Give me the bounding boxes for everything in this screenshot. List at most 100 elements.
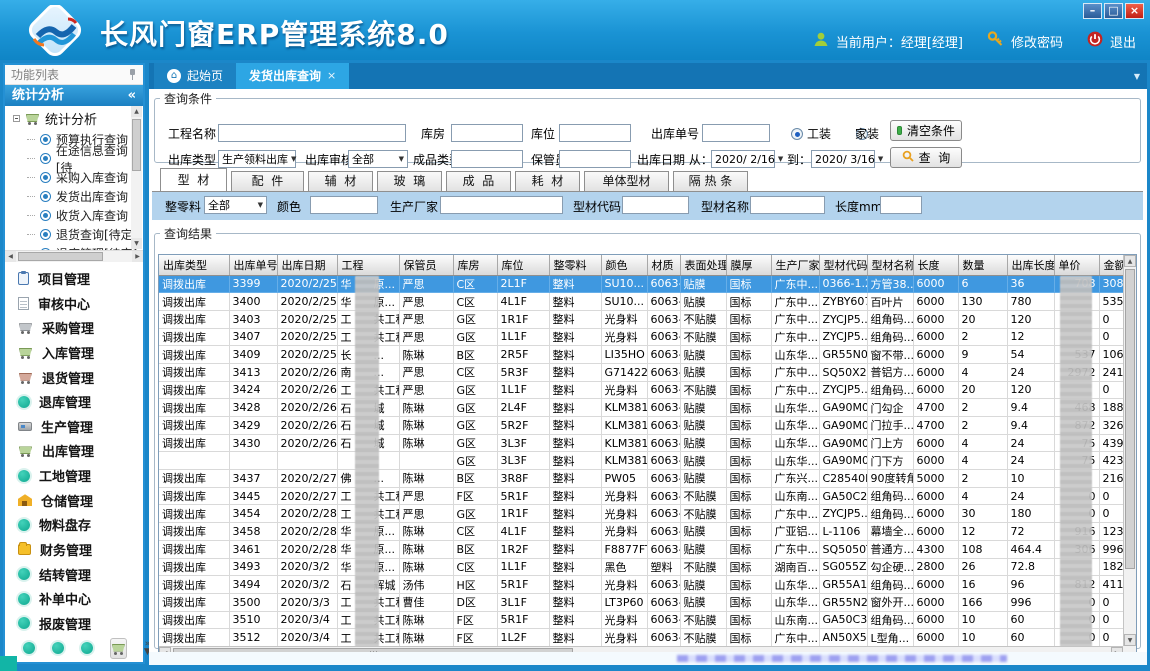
tree-item[interactable]: 退货查询[待定] xyxy=(27,225,143,244)
sidebar-item[interactable]: 出库管理 xyxy=(18,441,143,460)
column-header[interactable]: 金额 xyxy=(1099,255,1125,275)
date-from-select[interactable]: 2020/ 2/16 xyxy=(711,150,775,168)
table-row[interactable]: 调拨出库34032020/2/25工 共工程严思G区1R1F整料光身料6063-… xyxy=(159,310,1125,328)
tab-shipping-outbound-query[interactable]: 发货出库查询 × xyxy=(236,63,349,89)
table-row[interactable]: 调拨出库35002020/3/3工 共工程曹佳D区3L1F整料LT3P60606… xyxy=(159,593,1125,611)
tree-item[interactable]: 发货出库查询 xyxy=(27,187,143,206)
clear-conditions-button[interactable]: 清空条件 xyxy=(890,120,962,141)
sidebar-item[interactable]: 报废管理 xyxy=(18,614,143,633)
scroll-right-icon[interactable]: ▶ xyxy=(132,251,143,262)
sidebar-item[interactable]: 物料盘存 xyxy=(18,515,143,534)
scrollbar-thumb[interactable] xyxy=(1125,269,1135,569)
logout-link[interactable]: 退出 xyxy=(1110,32,1136,51)
material-tab[interactable]: 隔 热 条 xyxy=(673,171,748,191)
material-tab[interactable]: 型 材 xyxy=(160,168,227,191)
tree-horizontal-scrollbar[interactable]: ◀ ▶ xyxy=(5,250,143,262)
sidebar-item[interactable]: 结转管理 xyxy=(18,565,143,584)
table-row[interactable]: 调拨出库34542020/2/28工 共工程严思G区1R1F整料光身料6063-… xyxy=(159,505,1125,523)
column-header[interactable]: 出库单号 xyxy=(229,255,277,275)
column-header[interactable]: 数量 xyxy=(958,255,1007,275)
manufacturer-input[interactable] xyxy=(440,196,563,214)
sidebar-item[interactable]: 项目管理 xyxy=(18,269,143,288)
scroll-up-icon[interactable]: ▲ xyxy=(131,106,142,117)
material-tab[interactable]: 成 品 xyxy=(446,171,511,191)
sidebar-item[interactable]: 退货管理 xyxy=(18,368,143,387)
module-dot-icon[interactable] xyxy=(52,642,64,654)
tab-overflow-icon[interactable]: ▼ xyxy=(1134,72,1140,81)
column-header[interactable]: 出库类型 xyxy=(159,255,229,275)
tree-item[interactable]: 采购入库查询 xyxy=(27,168,143,187)
outbound-audit-select[interactable]: 全部 xyxy=(348,150,408,168)
scrollbar-thumb[interactable] xyxy=(18,252,103,261)
stats-section-header[interactable]: 统计分析 « xyxy=(5,85,143,106)
column-header[interactable]: 整零料 xyxy=(549,255,601,275)
part-select[interactable]: 全部 xyxy=(204,196,267,214)
tree-expander-icon[interactable] xyxy=(13,115,20,122)
tree-item[interactable]: 收货入库查询 xyxy=(27,206,143,225)
table-row[interactable]: 调拨出库34242020/2/26工 共工程严思G区1L1F整料光身料6063-… xyxy=(159,381,1125,399)
table-row[interactable]: 调拨出库33992020/2/25华 原...严思C区2L1F整料SU10...… xyxy=(159,275,1125,293)
color-input[interactable] xyxy=(310,196,378,214)
outbound-order-no-input[interactable] xyxy=(702,124,770,142)
table-row[interactable]: 调拨出库34072020/2/25工 共工程严思G区1L1F整料光身料6063-… xyxy=(159,328,1125,346)
change-password-link[interactable]: 修改密码 xyxy=(1011,32,1063,51)
column-header[interactable]: 颜色 xyxy=(601,255,647,275)
column-header[interactable]: 表面处理 xyxy=(680,255,726,275)
tree-root-node[interactable]: 统计分析 xyxy=(5,106,143,130)
table-row[interactable]: 调拨出库34092020/2/25长 ...陈琳B区2R5F整料LI35HO60… xyxy=(159,346,1125,364)
column-header[interactable]: 单价 xyxy=(1054,255,1099,275)
table-vertical-scrollbar[interactable]: ▲ ▼ xyxy=(1123,255,1136,646)
sidebar-item[interactable]: 生产管理 xyxy=(18,417,143,436)
table-row[interactable]: 调拨出库34582020/2/28华 原...陈琳C区4L1F整料光身料6063… xyxy=(159,523,1125,541)
scroll-down-icon[interactable]: ▼ xyxy=(1124,634,1136,646)
tab-home[interactable]: 起始页 xyxy=(154,63,236,89)
table-row[interactable]: 调拨出库34372020/2/27佛 ...陈琳B区3R8F整料PW056063… xyxy=(159,470,1125,488)
table-row[interactable]: 调拨出库34302020/2/26石 城陈琳G区3L3F整料KLM3817606… xyxy=(159,434,1125,452)
table-row[interactable]: 调拨出库35122020/3/4工 共工程陈琳F区1L2F整料光身料6063-T… xyxy=(159,629,1125,647)
column-header[interactable]: 型材名称 xyxy=(867,255,913,275)
sidebar-item[interactable]: 退库管理 xyxy=(18,392,143,411)
material-tab[interactable]: 辅 材 xyxy=(308,171,373,191)
table-row[interactable]: G区3L3F整料KLM38176063-T5贴膜国标山东华...GA90M09.… xyxy=(159,452,1125,470)
scroll-left-icon[interactable]: ◀ xyxy=(5,251,16,262)
column-header[interactable]: 出库长度 xyxy=(1007,255,1054,275)
profile-code-input[interactable] xyxy=(622,196,689,214)
maximize-button[interactable]: □ xyxy=(1104,3,1123,19)
scrollbar-thumb[interactable] xyxy=(132,119,141,171)
material-tab[interactable]: 耗 材 xyxy=(515,171,580,191)
profile-name-input[interactable] xyxy=(750,196,825,214)
keeper-input[interactable] xyxy=(559,150,631,168)
table-row[interactable]: 调拨出库34132020/2/26南 ...严思C区5R3F整料G7142260… xyxy=(159,363,1125,381)
sidebar-item[interactable]: 工地管理 xyxy=(18,466,143,485)
material-tab[interactable]: 单体型材 xyxy=(584,171,669,191)
column-header[interactable]: 工程 xyxy=(337,255,399,275)
table-row[interactable]: 调拨出库34002020/2/25华 原...严思C区4L1F整料SU10...… xyxy=(159,293,1125,311)
column-header[interactable]: 库位 xyxy=(497,255,549,275)
industrial-radio-label[interactable]: 工装 xyxy=(807,125,831,143)
material-tab[interactable]: 玻 璃 xyxy=(377,171,442,191)
home-decor-radio-label[interactable]: 家装 xyxy=(855,125,879,143)
close-tab-icon[interactable]: × xyxy=(327,63,336,89)
project-name-input[interactable] xyxy=(218,124,406,142)
column-header[interactable]: 出库日期 xyxy=(277,255,337,275)
column-header[interactable]: 型材代码 xyxy=(819,255,867,275)
module-dot-icon[interactable] xyxy=(23,642,35,654)
column-header[interactable]: 材质 xyxy=(647,255,680,275)
column-header[interactable]: 保管员 xyxy=(399,255,453,275)
module-cart-button[interactable] xyxy=(110,638,127,659)
table-row[interactable]: 调拨出库35102020/3/4工 共工程陈琳F区5R1F整料光身料6063-T… xyxy=(159,611,1125,629)
sidebar-item[interactable]: 财务管理 xyxy=(18,540,143,559)
table-row[interactable]: 调拨出库34932020/3/2华 原...陈琳C区1L1F整料黑色塑料不贴膜国… xyxy=(159,558,1125,576)
sidebar-item[interactable]: 补单中心 xyxy=(18,589,143,608)
tree-item[interactable]: 在途信息查询[待 xyxy=(27,149,143,168)
product-type-input[interactable] xyxy=(451,150,523,168)
search-button[interactable]: 查 询 xyxy=(890,147,962,168)
sidebar-item[interactable]: 入库管理 xyxy=(18,343,143,362)
table-row[interactable]: 调拨出库34282020/2/26石 城陈琳G区2L4F整料KLM3817606… xyxy=(159,399,1125,417)
column-header[interactable]: 长度 xyxy=(913,255,958,275)
close-button[interactable]: × xyxy=(1125,3,1144,19)
column-header[interactable]: 库房 xyxy=(453,255,497,275)
outbound-type-select[interactable]: 生产领料出库 xyxy=(218,150,296,168)
length-input[interactable] xyxy=(880,196,922,214)
date-to-select[interactable]: 2020/ 3/16 xyxy=(811,150,875,168)
